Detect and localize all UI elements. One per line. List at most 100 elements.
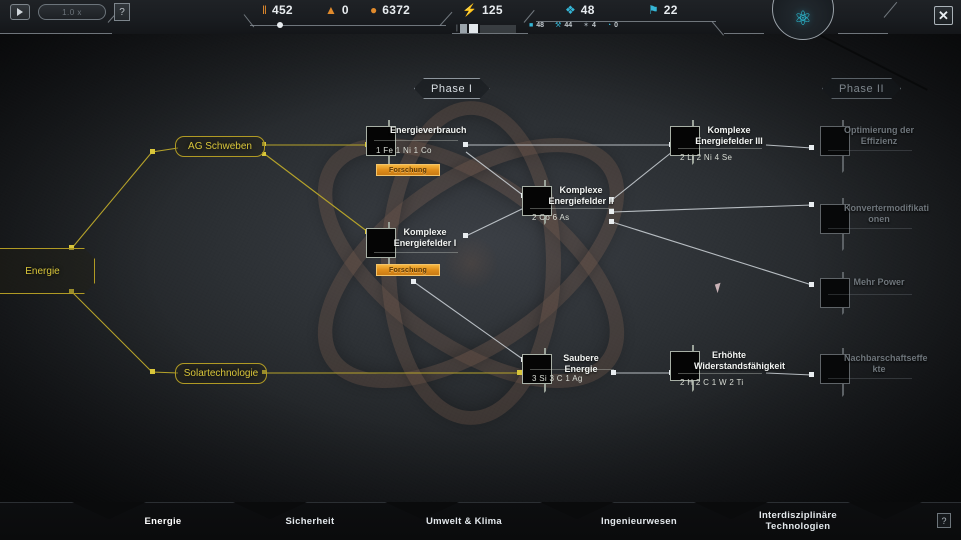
help-button-top[interactable]: ? [114, 3, 130, 21]
flame-icon: ▲ [325, 3, 337, 17]
energy-icon: ⚡ [462, 3, 477, 17]
tab-notch [848, 502, 922, 519]
hud-frame-line [0, 33, 112, 34]
tab-interdisziplinaere-technologien[interactable]: Interdisziplinäre Technologien [738, 502, 858, 540]
phase-header-2: Phase II [822, 78, 901, 99]
colonist-icon: ⚑ [648, 3, 659, 17]
tech-title: Mehr Power [853, 277, 905, 287]
tech-title: Nachbarschaftseffe kte [844, 353, 928, 374]
resource-research[interactable]: ❖ 48 [565, 3, 595, 17]
tech-title: Komplexe Energiefelder III [695, 125, 763, 146]
tab-label: Interdisziplinäre Technologien [759, 510, 837, 532]
tech-node-komplexe-energiefelder-3[interactable]: Komplexe Energiefelder III 2 Li 2 Ni 4 S… [670, 120, 770, 174]
play-icon [17, 8, 23, 16]
category-label: Energie [25, 265, 60, 277]
tech-title: Komplexe Energiefelder I [393, 227, 457, 248]
energy-meter[interactable]: | [456, 24, 516, 33]
tab-ingenieurwesen[interactable]: Ingenieurwesen [580, 502, 698, 540]
tab-label: Energie [144, 515, 182, 527]
tech-cost: 1 Fe 1 Ni 1 Co [376, 146, 432, 155]
resource-population[interactable]: ‖ 452 [262, 3, 293, 17]
card-divider [828, 150, 912, 151]
tech-node-komplexe-energiefelder-1[interactable]: Komplexe Energiefelder I Forschung [366, 222, 466, 282]
research-value: 48 [580, 3, 595, 17]
tech-cost: 2 Li 2 Ni 4 Se [680, 153, 733, 162]
tech-cost: 3 Si 3 C 1 Ag [532, 374, 583, 383]
tab-label: Sicherheit [285, 515, 335, 527]
timeline-marker[interactable] [277, 22, 283, 28]
phase-header-1: Phase I [414, 78, 490, 99]
tech-title: Saubere Energie [563, 353, 599, 374]
coin-icon: ● [370, 3, 378, 17]
cube-icon: ■ [529, 21, 534, 29]
card-divider [374, 140, 458, 141]
card-divider [828, 228, 912, 229]
card-divider [828, 378, 912, 379]
tab-umwelt-klima[interactable]: Umwelt & Klima [405, 502, 523, 540]
help-icon: ? [119, 6, 125, 18]
resource-energy[interactable]: ⚡ 125 [462, 3, 503, 17]
resource-flame[interactable]: ▲ 0 [325, 3, 349, 17]
tech-node-saubere-energie[interactable]: Saubere Energie 3 Si 3 C 1 Ag [522, 348, 622, 402]
card-divider [678, 148, 762, 149]
faction-atom-badge[interactable]: ⚛ [772, 0, 834, 40]
research-button[interactable]: Forschung [376, 264, 440, 276]
tech-title: Komplexe Energiefelder II [548, 185, 614, 206]
help-icon: ? [941, 515, 947, 526]
speed-value: 1.0 x [62, 7, 82, 17]
resource-colonists[interactable]: ⚑ 22 [648, 3, 678, 17]
tech-node-komplexe-energiefelder-2[interactable]: Komplexe Energiefelder II 2 Co 6 As [522, 180, 622, 234]
spark-icon: ✶ [583, 22, 589, 29]
help-button-bottom[interactable]: ? [937, 513, 951, 528]
speed-controls: 1.0 x ? [10, 3, 130, 21]
close-button[interactable]: ✕ [934, 6, 953, 25]
energy-value: 125 [481, 3, 503, 17]
card-divider [828, 294, 912, 295]
wrench-icon: ⚒ [555, 22, 562, 29]
spark-value: 4 [591, 21, 596, 29]
tech-node-erhoehte-widerstandsfaehigkeit[interactable]: Erhöhte Widerstandsfähigkeit 2 H 2 C 1 W… [670, 345, 785, 401]
phase-label: Phase I [431, 82, 473, 95]
sub-resource-cubes[interactable]: ■ 48 [529, 22, 544, 29]
cube-value: 48 [536, 21, 545, 29]
category-label: AG Schweben [188, 141, 252, 152]
tech-title: Optimierung der Effizienz [844, 125, 915, 146]
colonists-value: 22 [663, 3, 678, 17]
population-value: 452 [271, 3, 293, 17]
category-label: Solartechnologie [183, 368, 259, 379]
resource-credits[interactable]: ● 6372 [370, 3, 410, 17]
clock-value: 0 [614, 21, 619, 29]
hud-frame-line [838, 33, 888, 34]
tech-title: Erhöhte Widerstandsfähigkeit [694, 350, 785, 371]
tab-sicherheit[interactable]: Sicherheit [255, 502, 365, 540]
speed-slider[interactable]: 1.0 x [38, 4, 106, 20]
card-divider [374, 252, 458, 253]
category-solartechnologie[interactable]: Solartechnologie [175, 363, 267, 384]
tech-node-mehr-power[interactable]: Mehr Power [820, 272, 920, 324]
tech-cost: 2 Co 6 As [532, 213, 570, 222]
tab-label: Ingenieurwesen [601, 515, 677, 527]
card-divider [530, 208, 614, 209]
sub-resource-workers[interactable]: ⚒ 44 [555, 21, 572, 30]
tab-energie[interactable]: Energie [110, 502, 216, 540]
category-ag-schweben[interactable]: AG Schweben [175, 136, 265, 157]
top-hud-bar: 1.0 x ? ‖ 452 ▲ 0 ● 6372 ⚡ 125 ❖ 48 ⚑ 22 [0, 0, 961, 42]
clock-icon: ◔ [606, 21, 612, 29]
tech-title: Energieverbrauch [390, 125, 467, 135]
card-divider [678, 373, 762, 374]
research-button[interactable]: Forschung [376, 164, 440, 176]
category-tab-bar: Energie Sicherheit Umwelt & Klima Ingeni… [0, 502, 961, 540]
tech-node-konvertermodifikationen[interactable]: Konvertermodifikati onen [820, 198, 929, 260]
atom-icon: ⚛ [794, 8, 812, 30]
sub-resource-clock[interactable]: ◔ 0 [607, 22, 618, 29]
play-button[interactable] [10, 4, 30, 20]
sub-resource-spark[interactable]: ✶ 4 [583, 21, 596, 30]
category-energie[interactable]: Energie [0, 248, 95, 294]
hud-frame-line [452, 33, 528, 34]
population-icon: ‖ [262, 3, 267, 17]
phase-label: Phase II [839, 82, 885, 95]
tech-node-optimierung-der-effizienz[interactable]: Optimierung der Effizienz [820, 120, 920, 182]
sub-resource-row: ■ 48 ⚒ 44 ✶ 4 ◔ 0 [529, 21, 618, 30]
tech-node-nachbarschaftseffekte[interactable]: Nachbarschaftseffe kte [820, 348, 928, 406]
tech-node-energieverbrauch[interactable]: Energieverbrauch 1 Fe 1 Ni 1 Co Forschun… [366, 120, 467, 183]
